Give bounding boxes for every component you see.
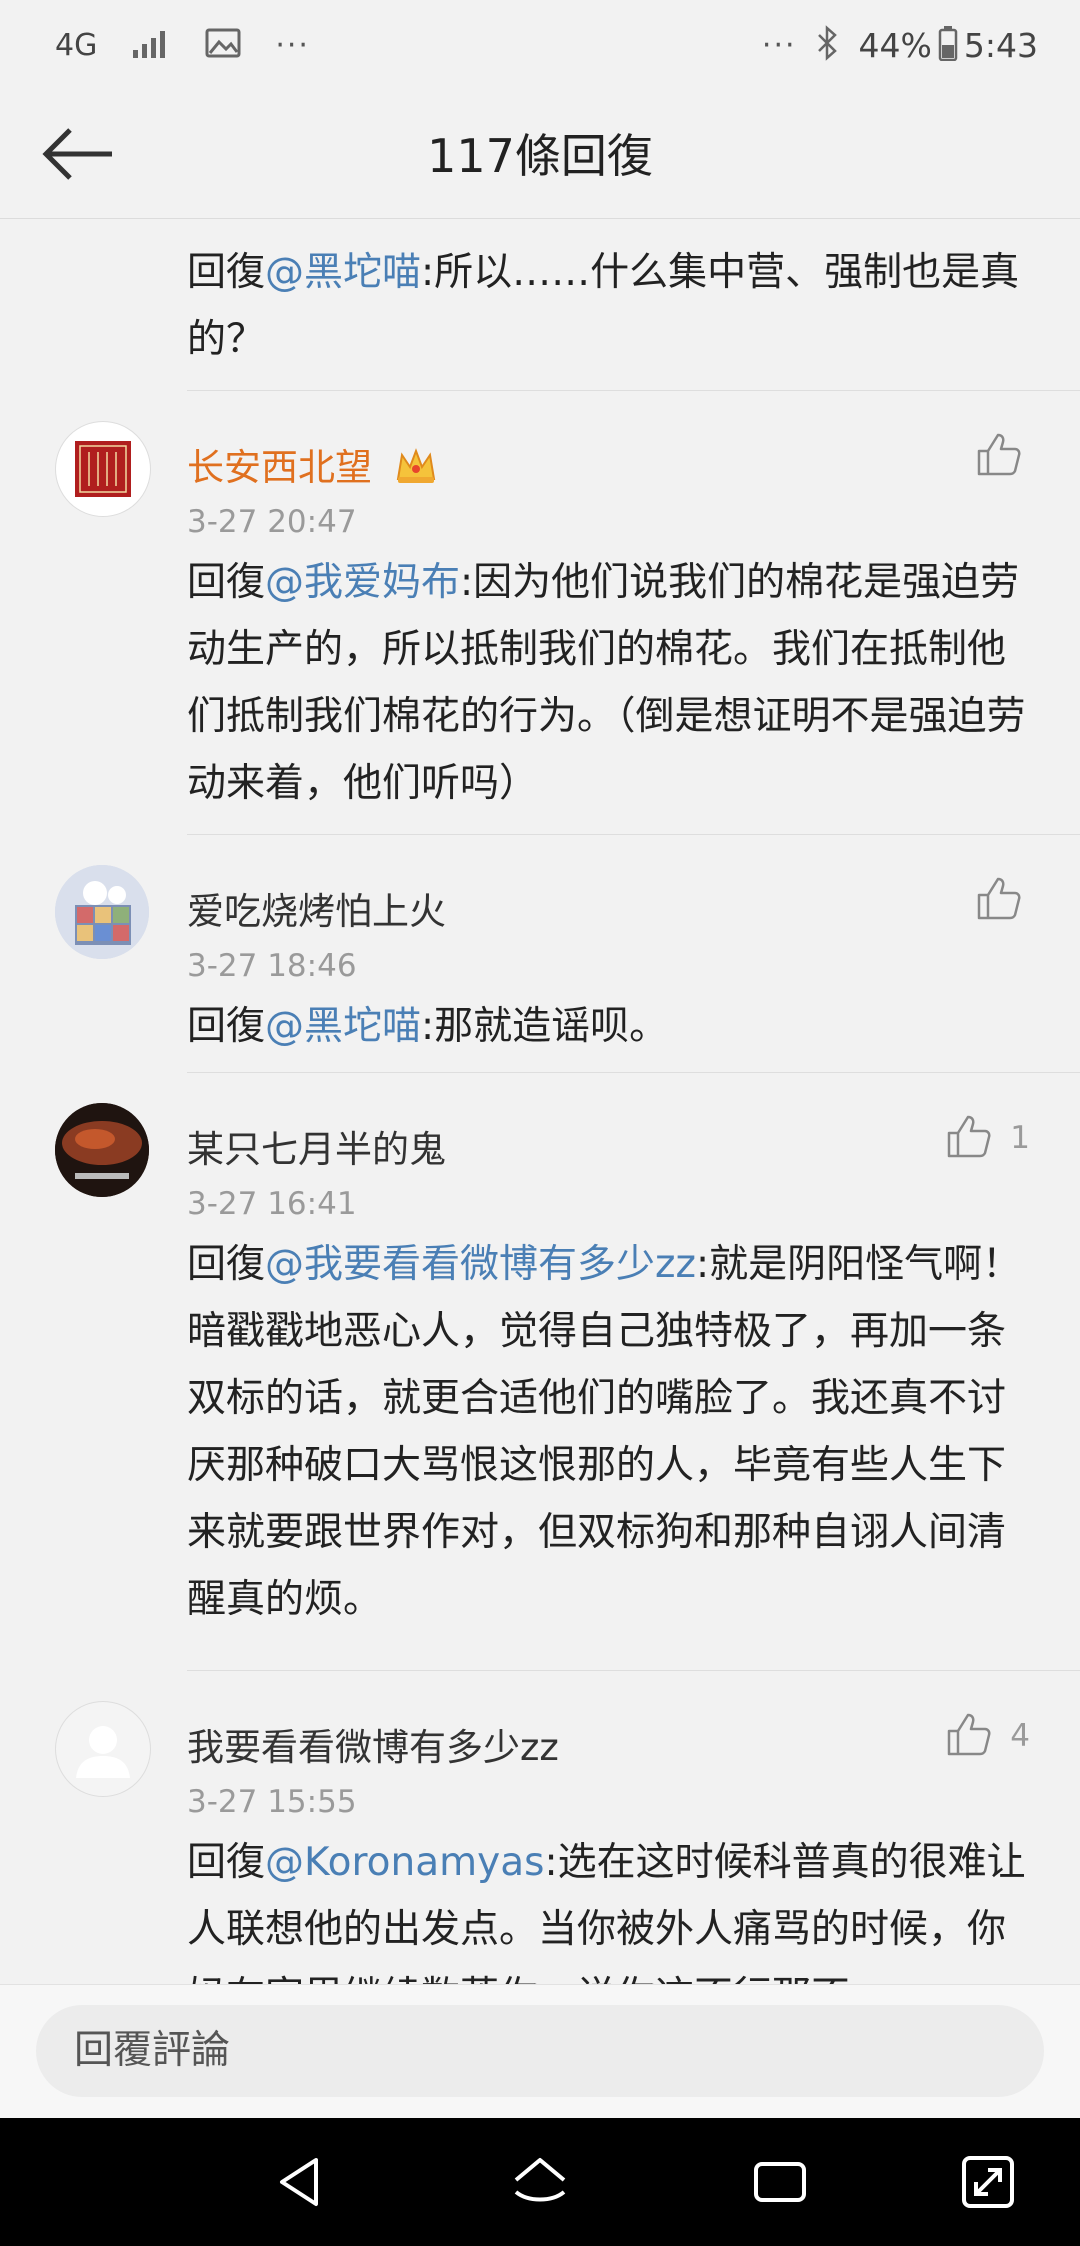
home-icon xyxy=(510,2158,570,2216)
author-name[interactable]: 长安西北望 xyxy=(187,437,438,494)
recents-icon xyxy=(750,2162,810,2216)
crown-icon xyxy=(394,445,438,494)
reply-prefix: 回復 xyxy=(187,560,266,605)
nav-home-button[interactable] xyxy=(510,2152,570,2212)
app-bar: 117條回復 xyxy=(0,90,1080,219)
more-status-indicator: ··· xyxy=(761,27,797,63)
signal-icon xyxy=(131,28,171,62)
triangle-back-icon xyxy=(270,2158,330,2216)
comment-text: 回復@Koronamyas:选在这时候科普真的很难让人联想他的出发点。当你被外人… xyxy=(187,1829,1035,1984)
clock: 5:43 xyxy=(963,25,1038,65)
nav-recents-button[interactable] xyxy=(750,2152,810,2212)
battery-percent: 44% xyxy=(858,25,932,65)
comment-text: 回復@我要看看微博有多少zz:就是阴阳怪气啊！暗戳戳地恶心人，觉得自己独特极了，… xyxy=(187,1231,1035,1633)
battery-icon xyxy=(938,25,958,65)
avatar[interactable] xyxy=(55,865,149,959)
thumbs-up-icon xyxy=(946,1711,992,1761)
author-label: 长安西北望 xyxy=(187,446,372,489)
more-notifications-indicator: ··· xyxy=(275,27,310,63)
nav-expand-button[interactable] xyxy=(958,2152,1018,2212)
comment-text: 回復@黑坨喵:那就造谣呗。 xyxy=(187,993,1035,1060)
reply-input[interactable]: 回覆評論 xyxy=(36,2005,1044,2097)
comment-item: 某只七月半的鬼 3-27 16:41 1 回復@我要看看微博有多少zz:就是阴阳… xyxy=(0,1073,1080,1671)
like-button[interactable]: 1 xyxy=(946,1113,1030,1163)
page-title: 117條回復 xyxy=(427,129,653,183)
avatar[interactable] xyxy=(55,421,151,517)
comment-time: 3-27 18:46 xyxy=(187,948,357,984)
reply-prefix: 回復 xyxy=(187,1004,266,1049)
author-name[interactable]: 我要看看微博有多少zz xyxy=(187,1717,559,1771)
comment-text: 回復@我爱妈布:因为他们说我们的棉花是强迫劳动生产的，所以抵制我们的棉花。我们在… xyxy=(187,549,1035,817)
status-bar: 4G ··· ··· 44% 5:43 xyxy=(0,0,1080,90)
mention-link[interactable]: @我爱妈布 xyxy=(265,560,460,605)
nav-back-button[interactable] xyxy=(270,2152,330,2212)
expand-icon xyxy=(958,2156,1018,2216)
thumbs-up-icon xyxy=(976,875,1022,925)
mention-link[interactable]: @黑坨喵 xyxy=(265,1004,421,1049)
reply-prefix: 回復 xyxy=(187,250,266,295)
like-button[interactable] xyxy=(976,875,1022,925)
like-button[interactable] xyxy=(976,431,1022,481)
image-notification-icon xyxy=(205,28,241,62)
avatar[interactable] xyxy=(55,1701,151,1797)
mention-link[interactable]: @我要看看微博有多少zz xyxy=(265,1242,696,1287)
like-count: 4 xyxy=(1010,1718,1030,1754)
reply-prefix: 回復 xyxy=(187,1242,266,1287)
like-count: 1 xyxy=(1010,1120,1030,1156)
system-nav-bar xyxy=(0,2118,1080,2246)
comment-time: 3-27 16:41 xyxy=(187,1186,357,1222)
comment-text: 回復@黑坨喵:所以……什么集中营、强制也是真的？ xyxy=(187,239,1035,373)
comment-time: 3-27 20:47 xyxy=(187,504,357,540)
comment-list[interactable]: 回復@黑坨喵:所以……什么集中营、强制也是真的？ 长安西北望 3-27 20:4… xyxy=(0,219,1080,1984)
like-button[interactable]: 4 xyxy=(946,1711,1030,1761)
comment-body: :那就造谣呗。 xyxy=(421,1004,669,1049)
comment-body: :就是阴阳怪气啊！暗戳戳地恶心人，觉得自己独特极了，再加一条双标的话，就更合适他… xyxy=(187,1242,1022,1622)
network-indicator: 4G xyxy=(55,27,98,63)
comment-time: 3-27 15:55 xyxy=(187,1784,357,1820)
bluetooth-icon xyxy=(815,25,841,65)
comment-item: 回復@黑坨喵:所以……什么集中营、强制也是真的？ xyxy=(0,219,1080,391)
comment-item: 长安西北望 3-27 20:47 回復@我爱妈布:因为他们说我们的棉花是强迫劳动… xyxy=(0,391,1080,835)
reply-bar: 回覆評論 xyxy=(0,1984,1080,2119)
author-name[interactable]: 爱吃烧烤怕上火 xyxy=(187,881,446,935)
mention-link[interactable]: @Koronamyas xyxy=(265,1840,544,1885)
mention-link[interactable]: @黑坨喵 xyxy=(265,250,421,295)
reply-prefix: 回復 xyxy=(187,1840,266,1885)
comment-item: 爱吃烧烤怕上火 3-27 18:46 回復@黑坨喵:那就造谣呗。 xyxy=(0,835,1080,1073)
author-name[interactable]: 某只七月半的鬼 xyxy=(187,1119,446,1173)
comment-item: 我要看看微博有多少zz 3-27 15:55 4 回復@Koronamyas:选… xyxy=(0,1671,1080,1984)
thumbs-up-icon xyxy=(976,431,1022,481)
avatar[interactable] xyxy=(55,1103,149,1197)
thumbs-up-icon xyxy=(946,1113,992,1163)
